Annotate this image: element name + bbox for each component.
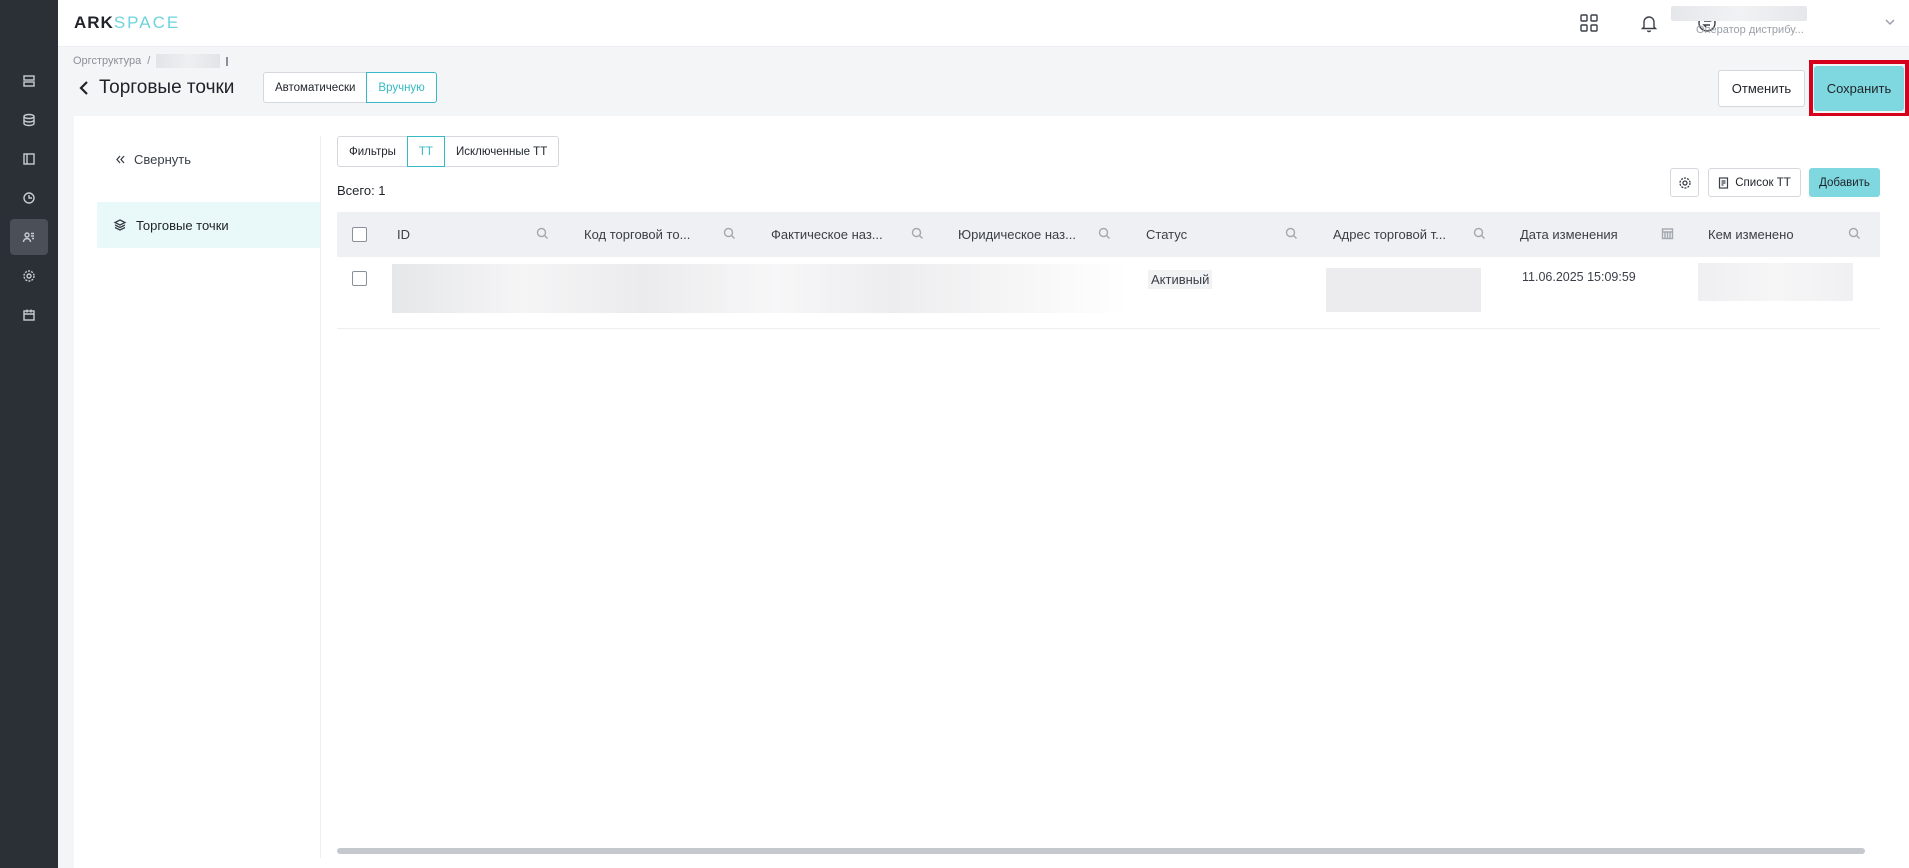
horizontal-scrollbar[interactable] bbox=[337, 848, 1865, 854]
search-icon[interactable] bbox=[1098, 227, 1112, 241]
layout-icon[interactable] bbox=[10, 141, 48, 177]
column-title: Кем изменено bbox=[1708, 227, 1794, 242]
modified-date-cell: 11.06.2025 15:09:59 bbox=[1522, 270, 1636, 284]
column-title: Юридическое наз... bbox=[958, 227, 1076, 242]
row-checkbox[interactable] bbox=[352, 271, 367, 286]
mode-auto-button[interactable]: Автоматически bbox=[263, 72, 368, 103]
save-button[interactable]: Сохранить bbox=[1814, 66, 1904, 111]
tab-filters[interactable]: Фильтры bbox=[337, 136, 408, 167]
search-icon[interactable] bbox=[1285, 227, 1299, 241]
total-count: Всего: 1 bbox=[337, 183, 386, 198]
gear-icon bbox=[1678, 176, 1691, 189]
redacted-modified-by bbox=[1698, 263, 1853, 301]
sidebar-item-label: Торговые точки bbox=[136, 217, 229, 233]
status-badge: Активный bbox=[1148, 270, 1213, 289]
layers-icon bbox=[113, 219, 127, 231]
add-button[interactable]: Добавить bbox=[1809, 168, 1880, 197]
column-header-address[interactable]: Адрес торговой т... bbox=[1333, 212, 1451, 257]
breadcrumb-current bbox=[156, 54, 221, 68]
column-title: Код торговой то... bbox=[584, 227, 691, 242]
column-header-status[interactable]: Статус bbox=[1146, 212, 1266, 257]
page-title: Торговые точки bbox=[99, 77, 235, 98]
column-header-legal-name[interactable]: Юридическое наз... bbox=[958, 212, 1080, 257]
column-title: Фактическое наз... bbox=[771, 227, 883, 242]
redacted-id-code-names bbox=[392, 264, 1128, 313]
breadcrumb: Оргструктура / bbox=[73, 54, 229, 68]
left-nav-rail bbox=[0, 0, 58, 868]
tab-excluded[interactable]: Исключенные ТТ bbox=[443, 136, 560, 167]
logo-part-space: SPACE bbox=[113, 13, 181, 32]
calendar-icon[interactable] bbox=[1661, 227, 1675, 241]
mode-toggle: Автоматически Вручную bbox=[263, 72, 437, 103]
search-icon[interactable] bbox=[1473, 227, 1487, 241]
checkbox-box[interactable] bbox=[352, 271, 367, 286]
column-header-modified-by[interactable]: Кем изменено bbox=[1708, 212, 1838, 257]
search-icon[interactable] bbox=[1848, 227, 1862, 241]
apps-grid-icon[interactable] bbox=[1578, 12, 1600, 34]
column-header-actual-name[interactable]: Фактическое наз... bbox=[771, 212, 891, 257]
tt-list-label: Список ТТ bbox=[1735, 176, 1791, 189]
breadcrumb-separator: / bbox=[147, 55, 151, 67]
search-icon[interactable] bbox=[911, 227, 925, 241]
double-chevron-left-icon bbox=[116, 155, 125, 164]
user-role[interactable]: Оператор дистрибу... bbox=[1696, 24, 1808, 36]
column-header-code[interactable]: Код торговой то... bbox=[584, 212, 699, 257]
clock-icon[interactable] bbox=[10, 180, 48, 216]
breadcrumb-tail bbox=[226, 56, 229, 66]
breadcrumb-root[interactable]: Оргструктура bbox=[73, 55, 141, 67]
select-all-checkbox[interactable] bbox=[352, 212, 367, 257]
bell-icon[interactable] bbox=[1638, 12, 1660, 34]
column-title: ID bbox=[397, 227, 410, 242]
calendar-icon[interactable] bbox=[10, 297, 48, 333]
column-title: Статус bbox=[1146, 227, 1188, 242]
search-icon[interactable] bbox=[723, 227, 737, 241]
gear-icon[interactable] bbox=[10, 258, 48, 294]
column-header-modified-date[interactable]: Дата изменения bbox=[1520, 212, 1650, 257]
collapse-button[interactable]: Свернуть bbox=[115, 152, 191, 167]
sidebar-divider bbox=[320, 136, 321, 858]
checkbox-box[interactable] bbox=[352, 227, 367, 242]
sidebar-item-trade-points[interactable]: Торговые точки bbox=[97, 202, 321, 248]
users-icon[interactable] bbox=[10, 219, 48, 255]
table-header: ID Код торговой то... Фактическое наз...… bbox=[337, 212, 1880, 257]
chevron-down-icon[interactable] bbox=[1884, 16, 1898, 30]
tt-list-button[interactable]: Список ТТ bbox=[1708, 168, 1801, 197]
user-name[interactable] bbox=[1671, 6, 1807, 21]
mode-manual-button[interactable]: Вручную bbox=[366, 72, 437, 103]
search-icon[interactable] bbox=[536, 227, 550, 241]
server-icon[interactable] bbox=[10, 63, 48, 99]
top-bar: ARKSPACE Оператор дистрибу... bbox=[58, 0, 1909, 47]
main-panel: Свернуть Торговые точки Фильтры ТТ Исклю… bbox=[74, 116, 1909, 868]
table-settings-button[interactable] bbox=[1670, 168, 1699, 197]
table-row[interactable]: Активный 11.06.2025 15:09:59 bbox=[337, 257, 1880, 329]
redacted-address bbox=[1326, 268, 1481, 312]
document-icon bbox=[1719, 176, 1729, 189]
column-header-id[interactable]: ID bbox=[397, 212, 527, 257]
tab-tt[interactable]: ТТ bbox=[406, 136, 445, 167]
cancel-button[interactable]: Отменить bbox=[1718, 70, 1805, 107]
segment-tabs: Фильтры ТТ Исключенные ТТ bbox=[337, 136, 560, 167]
logo-part-ark: ARK bbox=[74, 13, 114, 32]
back-arrow-icon[interactable] bbox=[78, 80, 92, 96]
collapse-label: Свернуть bbox=[134, 152, 192, 167]
column-title: Дата изменения bbox=[1520, 227, 1618, 242]
column-title: Адрес торговой т... bbox=[1333, 227, 1446, 242]
logo[interactable]: ARKSPACE bbox=[74, 13, 180, 33]
database-icon[interactable] bbox=[10, 102, 48, 138]
